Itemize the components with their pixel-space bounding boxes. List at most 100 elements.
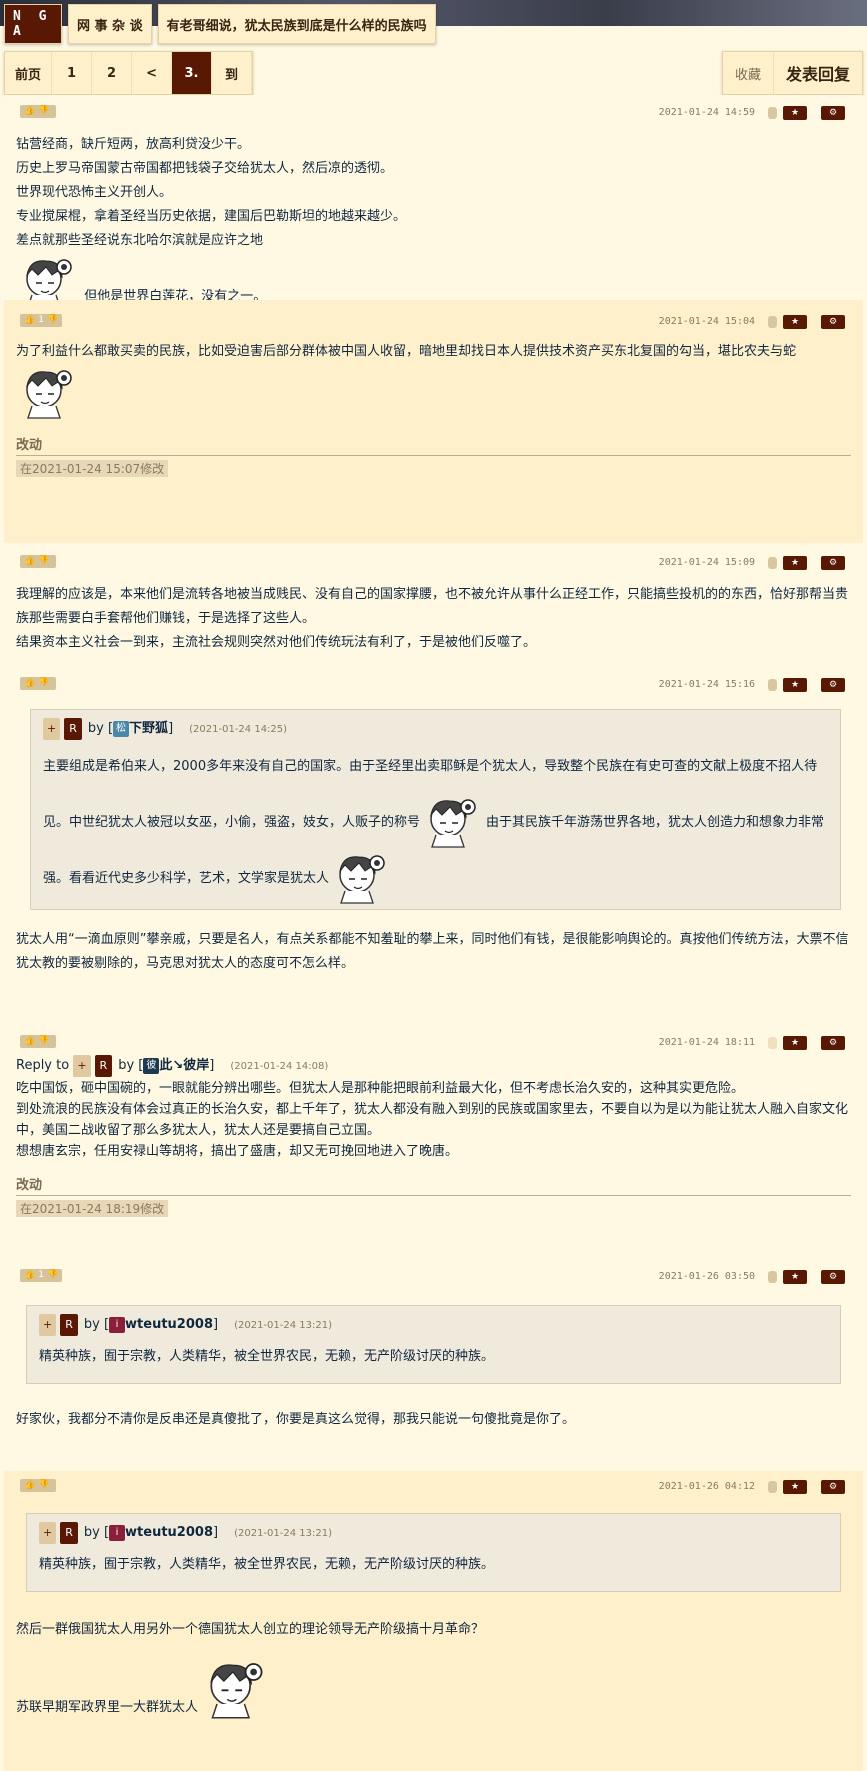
quote-block: + Rby [i wteutu2008] (2021-01-24 13:21) 精英种…	[26, 1305, 841, 1384]
post-header: 👍 👎 2021-01-26 04:12 ★ ⚙	[12, 1471, 855, 1507]
star-icon[interactable]: ★	[783, 1036, 807, 1050]
thread-actions: 收藏 发表回复	[721, 51, 863, 95]
thumb-down-icon[interactable]: 👎	[47, 1269, 58, 1282]
thumb-up-icon[interactable]: 👍	[24, 555, 35, 568]
page-1-button[interactable]: 1	[52, 52, 93, 94]
thumb-down-icon[interactable]: 👎	[38, 1035, 49, 1048]
post-time: 2021-01-26 03:50	[658, 1271, 755, 1282]
gear-icon[interactable]: ⚙	[821, 1480, 845, 1494]
apple-icon	[768, 1481, 777, 1493]
user-avatar-icon: 松	[113, 720, 130, 737]
quote-line: 由于其民族千年游荡世界各地，犹太人创造力和想象力非常	[486, 815, 825, 830]
reply-r-icon[interactable]: R	[60, 1314, 78, 1336]
page-goto-button[interactable]: 到	[212, 52, 253, 94]
thumb-up-icon[interactable]: 👍	[24, 1269, 35, 1282]
post-time: 2021-01-24 15:09	[658, 557, 755, 568]
thumb-up-icon[interactable]: 👍	[24, 1479, 35, 1492]
edit-record: 改动 在2021-01-24 18:19修改	[12, 1174, 855, 1217]
thumb-up-icon[interactable]: 👍	[24, 1035, 35, 1048]
gear-icon[interactable]: ⚙	[821, 106, 845, 120]
reply-r-icon[interactable]: R	[60, 1522, 78, 1544]
quote-tag-button[interactable]: +	[73, 1055, 91, 1077]
gear-icon[interactable]: ⚙	[821, 1270, 845, 1284]
post-time: 2021-01-24 18:11	[658, 1037, 755, 1048]
vote-buttons[interactable]: 👍 👎	[20, 105, 56, 118]
sticker-image	[420, 793, 486, 849]
page-first-button[interactable]: 前页	[5, 52, 53, 94]
quote-block: + Rby [i wteutu2008] (2021-01-24 13:21) 精英种…	[26, 1513, 841, 1592]
post-line: 好家伙，我都分不清你是反串还是真傻批了，你要是真这么觉得，那我只能说一句傻批竟是…	[16, 1412, 576, 1427]
sticker-image	[329, 849, 389, 905]
vote-buttons[interactable]: 👍 👎	[20, 677, 56, 690]
page-prev-button[interactable]: <	[132, 52, 173, 94]
nga-logo[interactable]: N G A	[4, 4, 62, 44]
android-icon	[768, 679, 777, 691]
reply-r-icon[interactable]: R	[94, 1055, 113, 1077]
post-time: 2021-01-26 04:12	[658, 1481, 755, 1492]
quote-username[interactable]: wteutu2008	[125, 1525, 213, 1540]
vote-buttons[interactable]: 👍 👎	[20, 1479, 56, 1492]
thumb-up-icon[interactable]: 👍	[24, 314, 35, 327]
post-line: 钻营经商，缺斤短两，放高利贷没少干。	[16, 137, 251, 152]
post-header: 👍 👎 2021-01-24 15:16 ★ ⚙	[12, 667, 855, 703]
star-icon[interactable]: ★	[783, 106, 807, 120]
post-line: 专业搅屎棍，拿着圣经当历史依据，建国后巴勒斯坦的地越来越少。	[16, 209, 407, 224]
vote-buttons[interactable]: 👍 1 👎	[20, 314, 63, 327]
quote-tag-button[interactable]: +	[39, 1314, 57, 1336]
thumb-up-icon[interactable]: 👍	[24, 677, 35, 690]
quote-time: (2021-01-24 13:21)	[234, 1528, 332, 1539]
vote-buttons[interactable]: 👍 1 👎	[20, 1269, 63, 1282]
star-icon[interactable]: ★	[783, 1270, 807, 1284]
edit-stamp: 在2021-01-24 15:07修改	[16, 460, 169, 477]
gear-icon[interactable]: ⚙	[821, 315, 845, 329]
post: 👍 👎 2021-01-24 15:16 ★ ⚙ + Rby [松下野狐] (2021…	[4, 667, 863, 1021]
quote-by: by	[118, 1058, 135, 1073]
breadcrumb-thread-title[interactable]: 有老哥细说，犹太民族到底是什么样的民族吗	[157, 4, 436, 44]
quote-tag-button[interactable]: +	[43, 718, 61, 740]
quote-line: 精英种族，囿于宗教，人类精华，被全世界农民，无赖，无产阶级讨厌的种族。	[39, 1557, 495, 1572]
reply-button[interactable]: 发表回复	[772, 52, 862, 94]
post-header: 👍 👎 2021-01-24 18:11 ★ ⚙	[12, 1021, 855, 1051]
vote-buttons[interactable]: 👍 👎	[20, 1035, 56, 1048]
quote-username[interactable]: wteutu2008	[125, 1317, 213, 1332]
quote-by: by	[87, 721, 104, 736]
post-line: 想想唐玄宗，任用安禄山等胡将，搞出了盛唐，却又无可挽回地进入了晚唐。	[16, 1144, 459, 1159]
thumb-down-icon[interactable]: 👎	[38, 1479, 49, 1492]
star-icon[interactable]: ★	[783, 556, 807, 570]
thumb-up-icon[interactable]: 👍	[24, 105, 35, 118]
quote-username[interactable]: 下野狐	[129, 721, 168, 736]
thumb-down-icon[interactable]: 👎	[38, 105, 49, 118]
thumb-down-icon[interactable]: 👎	[47, 314, 58, 327]
star-icon[interactable]: ★	[783, 315, 807, 329]
vote-buttons[interactable]: 👍 👎	[20, 555, 56, 568]
reply-username[interactable]: 此↘彼岸	[159, 1058, 209, 1073]
star-icon[interactable]: ★	[783, 678, 807, 692]
thumb-down-icon[interactable]: 👎	[38, 555, 49, 568]
post-line: 世界现代恐怖主义开创人。	[16, 185, 173, 200]
post-line: 历史上罗马帝国蒙古帝国都把钱袋子交给犹太人，然后凉的透彻。	[16, 161, 394, 176]
post-line: 我理解的应该是，本来他们是流转各地被当成贱民、没有自己的国家撑腰，也不被允许从事…	[16, 587, 849, 626]
post: 👍 1 👎 2021-01-24 15:04 ★ ⚙ 为了利益什么都敢买卖的民族，比…	[4, 300, 863, 543]
gear-icon[interactable]: ⚙	[821, 678, 845, 692]
page-current: 3.	[172, 52, 213, 94]
user-avatar-icon: i	[109, 1316, 126, 1333]
quote-line: 主要组成是希伯来人，2000多年来没有自己的国家。由于圣经里出卖耶稣是个犹太人，…	[43, 759, 818, 774]
quote-time: (2021-01-24 13:21)	[234, 1320, 332, 1331]
post-line: 吃中国饭，砸中国碗的，一眼就能分辨出哪些。但犹太人是那种能把眼前利益最大化，但不…	[16, 1081, 745, 1096]
favorite-button[interactable]: 收藏	[723, 52, 773, 94]
star-icon[interactable]: ★	[783, 1480, 807, 1494]
reply-r-icon[interactable]: R	[64, 718, 82, 740]
quote-tag-button[interactable]: +	[39, 1522, 57, 1544]
thumb-down-icon[interactable]: 👎	[38, 677, 49, 690]
edit-record: 改动 在2021-01-24 15:07修改	[12, 434, 855, 477]
breadcrumb: N G A 网 事 杂 谈 有老哥细说，犹太民族到底是什么样的民族吗	[4, 4, 436, 44]
quote-block: + Rby [松下野狐] (2021-01-24 14:25) 主要组成是希伯来人，…	[30, 709, 841, 910]
gear-icon[interactable]: ⚙	[821, 556, 845, 570]
gear-icon[interactable]: ⚙	[821, 1036, 845, 1050]
page-2-button[interactable]: 2	[92, 52, 133, 94]
sticker-image	[198, 1656, 268, 1720]
reply-time: (2021-01-24 14:08)	[230, 1061, 329, 1072]
breadcrumb-forum[interactable]: 网 事 杂 谈	[68, 4, 152, 44]
vote-count: 1	[38, 1270, 44, 1280]
post: 👍 👎 2021-01-26 04:12 ★ ⚙ + Rby [i wteutu200…	[4, 1471, 863, 1771]
